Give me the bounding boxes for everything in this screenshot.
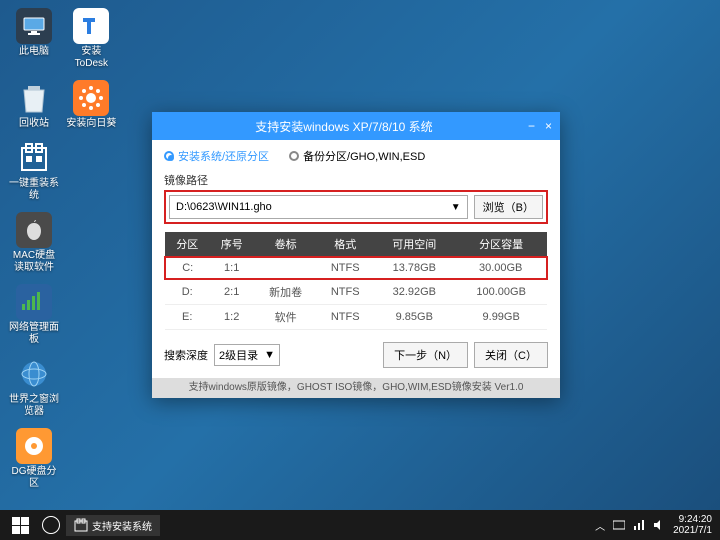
table-header-row: 分区 序号 卷标 格式 可用空间 分区容量 xyxy=(165,232,547,257)
network-icon[interactable] xyxy=(633,519,645,531)
cell-fs: NTFS xyxy=(317,257,373,279)
recycle-bin-icon xyxy=(16,80,52,116)
desktop-icon-sunflower[interactable]: 安装向日葵 xyxy=(65,80,117,130)
search-depth-label: 搜索深度 xyxy=(164,347,208,363)
taskbar: 支持安装系统 ︿ 9:24:20 2021/7/1 xyxy=(0,510,720,540)
cell-total: 100.00GB xyxy=(455,279,547,305)
disk-partition-icon xyxy=(16,428,52,464)
cell-free: 13.78GB xyxy=(373,257,455,279)
icon-label: DG硬盘分区 xyxy=(8,466,60,490)
col-total: 分区容量 xyxy=(455,232,547,257)
desktop-icon-dg[interactable]: DG硬盘分区 xyxy=(8,428,60,490)
icon-label: 回收站 xyxy=(8,118,60,130)
search-icon[interactable] xyxy=(42,516,60,534)
cell-index: 1:1 xyxy=(209,257,253,279)
sunflower-icon xyxy=(73,80,109,116)
col-free: 可用空间 xyxy=(373,232,455,257)
radio-dot-icon xyxy=(164,151,174,161)
cell-fs: NTFS xyxy=(317,305,373,330)
icon-label: 安装ToDesk xyxy=(65,46,117,70)
col-fs: 格式 xyxy=(317,232,373,257)
col-drive: 分区 xyxy=(165,232,209,257)
browse-button[interactable]: 浏览（B） xyxy=(474,195,543,219)
desktop-icons: 此电脑 安装ToDesk 回收站 安装向日葵 一键重装系统 MAC硬盘读取软件 … xyxy=(8,8,118,500)
keyboard-icon[interactable] xyxy=(613,519,625,531)
close-dialog-button[interactable]: 关闭（C） xyxy=(474,342,548,368)
mode-radio-group: 安装系统/还原分区 备份分区/GHO,WIN,ESD xyxy=(164,148,548,164)
cell-volume: 软件 xyxy=(254,305,317,330)
cell-drive: C: xyxy=(165,257,209,279)
desktop-icon-netmgr[interactable]: 网络管理面板 xyxy=(8,284,60,346)
globe-icon xyxy=(16,356,52,392)
tray-chevron-up-icon[interactable]: ︿ xyxy=(595,518,605,533)
cell-volume: 新加卷 xyxy=(254,279,317,305)
partition-table: 分区 序号 卷标 格式 可用空间 分区容量 C:1:1NTFS13.78GB30… xyxy=(164,232,548,330)
icon-label: 世界之窗浏览器 xyxy=(8,394,60,418)
search-depth-value: 2级目录 xyxy=(219,347,258,363)
taskbar-app-label: 支持安装系统 xyxy=(92,518,152,533)
network-panel-icon xyxy=(16,284,52,320)
desktop-icon-todesk[interactable]: 安装ToDesk xyxy=(65,8,117,70)
windows-logo-icon xyxy=(12,517,29,534)
radio-backup[interactable]: 备份分区/GHO,WIN,ESD xyxy=(289,148,425,164)
icon-label: 网络管理面板 xyxy=(8,322,60,346)
desktop-icon-worldwin[interactable]: 世界之窗浏览器 xyxy=(8,356,60,418)
search-depth-select[interactable]: 2级目录 ▼ xyxy=(214,344,280,366)
desktop-icon-recycle[interactable]: 回收站 xyxy=(8,80,60,130)
start-button[interactable] xyxy=(4,513,36,537)
statusbar: 支持windows原版镜像，GHOST ISO镜像，GHO,WIM,ESD镜像安… xyxy=(152,378,560,398)
titlebar[interactable]: 支持安装windows XP/7/8/10 系统 − × xyxy=(152,112,560,140)
col-index: 序号 xyxy=(209,232,253,257)
radio-label: 备份分区/GHO,WIN,ESD xyxy=(303,148,425,164)
taskbar-app-installer[interactable]: 支持安装系统 xyxy=(66,515,160,536)
apple-icon xyxy=(16,212,52,248)
volume-icon[interactable] xyxy=(653,519,665,531)
icon-label: 安装向日葵 xyxy=(65,118,117,130)
cell-index: 1:2 xyxy=(209,305,253,330)
next-button[interactable]: 下一步（N） xyxy=(383,342,468,368)
cell-total: 9.99GB xyxy=(455,305,547,330)
cell-index: 2:1 xyxy=(209,279,253,305)
image-path-highlight: D:\0623\WIN11.gho ▼ 浏览（B） xyxy=(164,190,548,224)
image-path-dropdown[interactable]: D:\0623\WIN11.gho ▼ xyxy=(169,195,468,219)
radio-label: 安装系统/还原分区 xyxy=(178,148,269,164)
desktop-icon-macdisk[interactable]: MAC硬盘读取软件 xyxy=(8,212,60,274)
icon-label: MAC硬盘读取软件 xyxy=(8,250,60,274)
image-path-label: 镜像路径 xyxy=(164,172,548,188)
minimize-button[interactable]: − xyxy=(528,119,535,133)
desktop-icon-reinstall[interactable]: 一键重装系统 xyxy=(8,140,60,202)
app-icon xyxy=(74,518,88,532)
cell-drive: D: xyxy=(165,279,209,305)
chevron-down-icon: ▼ xyxy=(451,202,461,213)
computer-icon xyxy=(16,8,52,44)
cell-free: 32.92GB xyxy=(373,279,455,305)
footer-row: 搜索深度 2级目录 ▼ 下一步（N） 关闭（C） xyxy=(164,342,548,368)
icon-label: 此电脑 xyxy=(8,46,60,58)
cell-free: 9.85GB xyxy=(373,305,455,330)
table-row[interactable]: C:1:1 NTFS13.78GB30.00GB xyxy=(165,257,547,279)
clock-time: 9:24:20 xyxy=(673,514,712,525)
clock-date: 2021/7/1 xyxy=(673,525,712,536)
cell-volume xyxy=(254,257,317,279)
installer-window: 支持安装windows XP/7/8/10 系统 − × 安装系统/还原分区 备… xyxy=(152,112,560,398)
col-volume: 卷标 xyxy=(254,232,317,257)
icon-label: 一键重装系统 xyxy=(8,178,60,202)
cell-total: 30.00GB xyxy=(455,257,547,279)
image-path-value: D:\0623\WIN11.gho xyxy=(176,201,272,213)
radio-dot-icon xyxy=(289,151,299,161)
chevron-down-icon: ▼ xyxy=(264,349,275,361)
cell-drive: E: xyxy=(165,305,209,330)
window-title: 支持安装windows XP/7/8/10 系统 xyxy=(160,118,528,135)
close-button[interactable]: × xyxy=(545,119,552,133)
table-row[interactable]: D:2:1新加卷NTFS32.92GB100.00GB xyxy=(165,279,547,305)
table-row[interactable]: E:1:2软件NTFS9.85GB9.99GB xyxy=(165,305,547,330)
tray-clock[interactable]: 9:24:20 2021/7/1 xyxy=(673,514,716,536)
system-tray: ︿ 9:24:20 2021/7/1 xyxy=(595,514,716,536)
reinstall-icon xyxy=(16,140,52,176)
radio-install-restore[interactable]: 安装系统/还原分区 xyxy=(164,148,269,164)
desktop-icon-thispc[interactable]: 此电脑 xyxy=(8,8,60,58)
cell-fs: NTFS xyxy=(317,279,373,305)
todesk-icon xyxy=(73,8,109,44)
